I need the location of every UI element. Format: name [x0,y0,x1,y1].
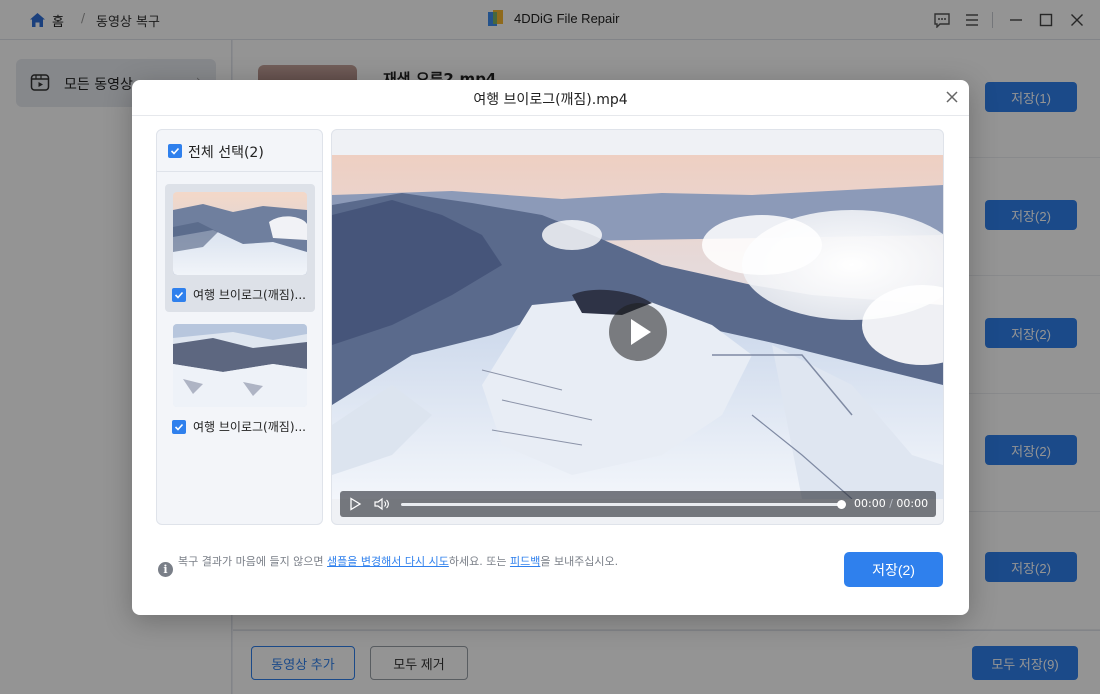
preview-dialog: 여행 브이로그(깨짐).mp4 전체 선택(2) 여행 브이로그(깨짐)... … [132,80,969,615]
video-preview-panel: 00:00 / 00:00 [331,129,944,525]
help-note: 복구 결과가 마음에 들지 않으면 샘플을 변경해서 다시 시도하세요. 또는 … [178,555,648,569]
close-icon[interactable] [944,89,960,105]
save-button[interactable]: 저장(2) [844,552,943,587]
feedback-link[interactable]: 피드백 [510,555,540,568]
info-icon: i [158,562,173,577]
note-middle: 하세요. 또는 [448,555,510,568]
volume-icon[interactable] [374,497,390,511]
note-prefix: 복구 결과가 마음에 들지 않으면 [178,555,328,568]
progress-bar[interactable] [401,503,841,506]
change-sample-link[interactable]: 샘플을 변경해서 다시 시도 [327,555,449,568]
dialog-title: 여행 브이로그(깨짐).mp4 [473,92,628,108]
note-suffix: 을 보내주십시오. [540,555,619,568]
select-all-row[interactable]: 전체 선택(2) [157,130,322,172]
select-all-checkbox[interactable] [168,144,182,158]
dialog-header: 여행 브이로그(깨짐).mp4 [132,80,969,116]
select-all-label: 전체 선택(2) [188,145,264,161]
clip-list-panel: 전체 선택(2) 여행 브이로그(깨짐)... 여행 브이로그(깨짐)... [156,129,323,525]
clip-name: 여행 브이로그(깨짐)... [193,288,306,302]
play-icon[interactable] [348,497,362,511]
clip-thumbnail[interactable] [173,192,307,275]
time-separator: / [889,497,893,510]
current-time: 00:00 [854,497,886,510]
clip-checkbox[interactable] [172,288,186,302]
progress-handle[interactable] [837,500,846,509]
play-overlay-button[interactable] [609,303,667,361]
time-display: 00:00 / 00:00 [854,497,928,510]
duration: 00:00 [896,497,929,510]
player-controls: 00:00 / 00:00 [340,491,936,517]
clip-item[interactable]: 여행 브이로그(깨짐)... [165,316,315,444]
clip-name: 여행 브이로그(깨짐)... [193,420,306,434]
clip-thumbnail[interactable] [173,324,307,407]
clip-checkbox[interactable] [172,420,186,434]
clip-item[interactable]: 여행 브이로그(깨짐)... [165,184,315,312]
